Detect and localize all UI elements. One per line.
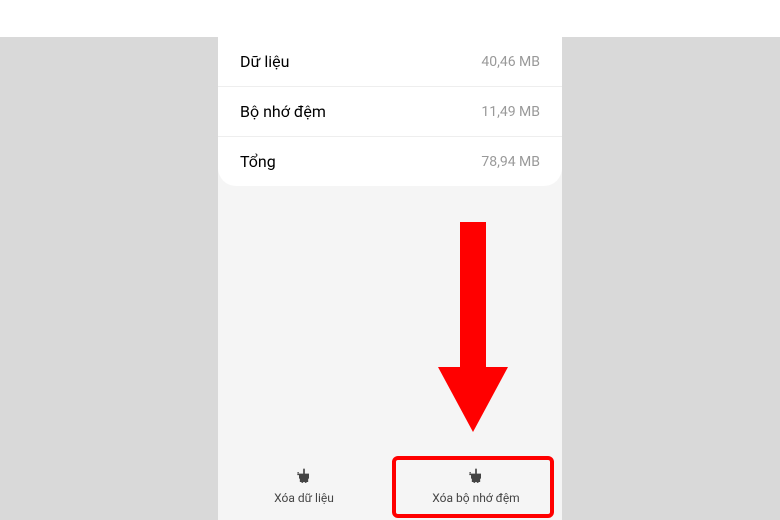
- brush-icon: [466, 467, 486, 487]
- storage-row-cache[interactable]: Bộ nhớ đệm 11,49 MB: [218, 87, 562, 137]
- clear-cache-button[interactable]: Xóa bộ nhớ đệm: [390, 452, 562, 520]
- background-left: [0, 37, 218, 520]
- bottom-action-bar: Xóa dữ liệu Xóa bộ nhớ đệm: [218, 452, 562, 520]
- brush-icon: [294, 467, 314, 487]
- storage-value: 11,49 MB: [481, 104, 540, 120]
- action-label: Xóa bộ nhớ đệm: [432, 491, 519, 505]
- storage-row-total[interactable]: Tổng 78,94 MB: [218, 137, 562, 186]
- storage-value: 78,94 MB: [481, 154, 540, 170]
- storage-label: Bộ nhớ đệm: [240, 102, 326, 121]
- storage-row-data[interactable]: Dữ liệu 40,46 MB: [218, 37, 562, 87]
- storage-label: Dữ liệu: [240, 52, 289, 71]
- storage-label: Tổng: [240, 152, 276, 171]
- storage-value: 40,46 MB: [481, 54, 540, 70]
- clear-data-button[interactable]: Xóa dữ liệu: [218, 452, 390, 520]
- background-right: [562, 37, 780, 520]
- phone-screen: Dữ liệu 40,46 MB Bộ nhớ đệm 11,49 MB Tổn…: [218, 37, 562, 520]
- storage-info-card: Dữ liệu 40,46 MB Bộ nhớ đệm 11,49 MB Tổn…: [218, 37, 562, 186]
- arrow-annotation: [438, 222, 508, 432]
- action-label: Xóa dữ liệu: [274, 491, 334, 505]
